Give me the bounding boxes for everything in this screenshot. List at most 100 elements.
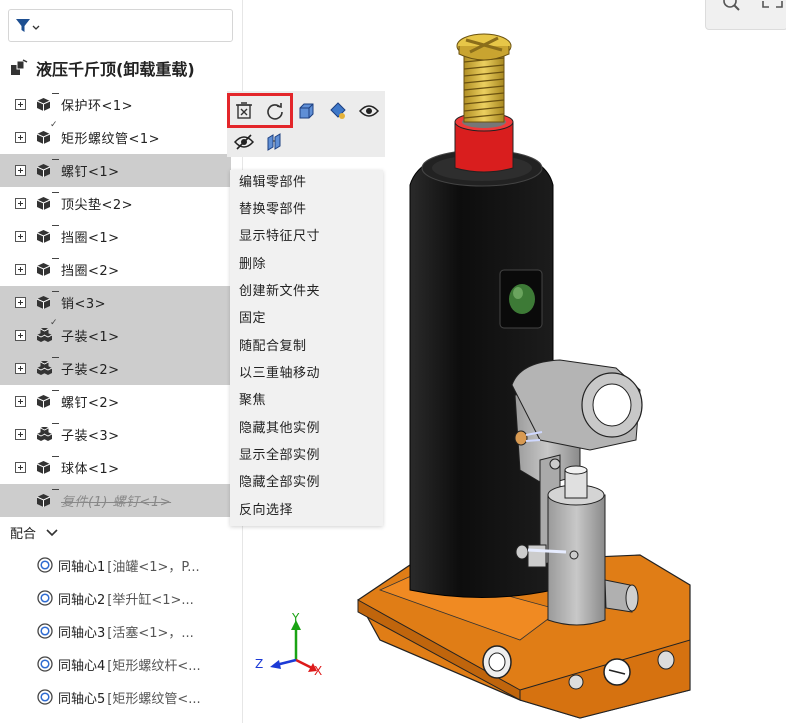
tree-item-label: 保护环<1>	[61, 99, 134, 114]
part-icon	[36, 295, 51, 310]
expand-icon[interactable]	[15, 363, 26, 374]
assembly-title-text: 液压千斤顶(卸载重载)	[36, 60, 195, 79]
context-menu-item[interactable]: 随配合复制	[239, 336, 307, 358]
status-dash-icon	[52, 456, 59, 457]
concentric-mate-icon	[37, 656, 53, 672]
part-icon	[36, 130, 51, 145]
tree-item[interactable]: 球体<1>	[0, 451, 231, 484]
expand-icon[interactable]	[15, 462, 26, 473]
highlight-box	[227, 93, 293, 128]
x-axis-label: X	[314, 664, 322, 676]
tree-item-label: 螺钉<2>	[61, 396, 120, 411]
concentric-mate-icon	[37, 689, 53, 705]
tree-item[interactable]: 复件(1) 螺钉<1>	[0, 484, 231, 517]
view-controls[interactable]	[705, 0, 786, 30]
tree-item-label: 挡圈<1>	[61, 231, 120, 246]
part-icon	[36, 460, 51, 475]
status-dash-icon	[52, 390, 59, 391]
mate-item[interactable]: 同轴心2 [举升缸<1>...	[37, 586, 194, 610]
mate-references: [矩形螺纹杆<...	[107, 658, 201, 674]
filter-icon	[16, 19, 40, 32]
expand-icon[interactable]	[15, 198, 26, 209]
status-dash-icon	[52, 489, 59, 490]
tree-item[interactable]: 保护环<1>	[0, 88, 231, 121]
isolate-icon[interactable]	[264, 131, 286, 153]
show-icon[interactable]	[358, 100, 380, 122]
mate-references: [油罐<1>，P...	[107, 559, 200, 575]
tree-item-label: 顶尖垫<2>	[61, 198, 134, 213]
status-dash-icon	[52, 192, 59, 193]
tree-item-label: 子装<3>	[61, 429, 120, 444]
expand-icon[interactable]	[15, 396, 26, 407]
expand-icon[interactable]	[15, 132, 26, 143]
mate-item[interactable]: 同轴心4 [矩形螺纹杆<...	[37, 652, 201, 676]
expand-icon[interactable]	[15, 297, 26, 308]
context-menu-item[interactable]: 以三重轴移动	[239, 363, 320, 385]
mates-label: 配合	[10, 527, 37, 542]
appearance-icon[interactable]	[327, 100, 349, 122]
mate-name: 同轴心2	[58, 592, 106, 608]
context-menu-item[interactable]: 删除	[239, 254, 266, 276]
context-menu-item[interactable]: 聚焦	[239, 390, 266, 412]
context-menu-item[interactable]: 显示全部实例	[239, 445, 320, 467]
tree-item[interactable]: 螺钉<2>	[0, 385, 231, 418]
mate-item[interactable]: 同轴心1 [油罐<1>，P...	[37, 553, 200, 577]
status-dash-icon	[52, 291, 59, 292]
zoom-to-fit-icon[interactable]	[762, 1, 783, 8]
context-menu-item[interactable]: 显示特征尺寸	[239, 226, 320, 248]
part-icon	[36, 394, 51, 409]
zoom-icon[interactable]	[723, 0, 740, 11]
context-menu-item[interactable]: 隐藏全部实例	[239, 472, 320, 494]
tree-item[interactable]: ✓ 子装<1>	[0, 318, 231, 352]
expand-icon[interactable]	[15, 330, 26, 341]
part-icon	[36, 229, 51, 244]
mate-name: 同轴心5	[58, 691, 106, 707]
tree-item-label: 矩形螺纹管<1>	[61, 132, 161, 147]
context-menu-item[interactable]: 创建新文件夹	[239, 281, 320, 303]
expand-icon[interactable]	[15, 429, 26, 440]
status-dash-icon	[52, 225, 59, 226]
part-icon	[36, 163, 51, 178]
tree-item[interactable]: 销<3>	[0, 286, 231, 319]
tree-item[interactable]: 螺钉<1>	[0, 154, 231, 187]
y-axis-label: Y	[291, 611, 300, 625]
context-menu-item[interactable]: 替换零部件	[239, 199, 307, 221]
normal-to-view-icon[interactable]	[295, 100, 317, 122]
expand-icon[interactable]	[15, 264, 26, 275]
tree-item-label: 挡圈<2>	[61, 264, 120, 279]
tree-item[interactable]: 顶尖垫<2>	[0, 187, 231, 220]
tree-item[interactable]: 子装<3>	[0, 418, 231, 451]
z-axis-label: Z	[255, 657, 263, 671]
mate-references: [矩形螺纹管<...	[107, 691, 201, 707]
assembly-title[interactable]: 液压千斤顶(卸载重载)	[10, 57, 195, 79]
context-menu: 编辑零部件替换零部件显示特征尺寸 删除创建新文件夹 固定随配合复制以三重轴移动 聚焦隐…	[230, 170, 383, 526]
tree-item-label: 球体<1>	[61, 462, 120, 477]
context-menu-item[interactable]: 固定	[239, 308, 266, 330]
assembly-icon	[11, 59, 28, 75]
expand-icon[interactable]	[15, 99, 26, 110]
status-dash-icon	[52, 357, 59, 358]
coordinate-triad: Y X Z	[255, 611, 322, 676]
concentric-mate-icon	[37, 590, 53, 606]
hide-icon[interactable]	[233, 131, 255, 153]
expand-icon[interactable]	[15, 165, 26, 176]
context-menu-item[interactable]: 编辑零部件	[239, 172, 307, 194]
mate-name: 同轴心4	[58, 658, 106, 674]
mate-item[interactable]: 同轴心3 [活塞<1>，...	[37, 619, 194, 643]
tree-item[interactable]: 挡圈<1>	[0, 220, 231, 253]
tree-item-label: 子装<2>	[61, 363, 120, 378]
context-menu-item[interactable]: 反向选择	[239, 500, 293, 522]
tree-item[interactable]: 子装<2>	[0, 352, 231, 385]
context-menu-item[interactable]: 隐藏其他实例	[239, 418, 320, 440]
mate-references: [举升缸<1>...	[107, 592, 194, 608]
feature-tree-panel: 液压千斤顶(卸载重载) 保护环<1> ✓ 矩形螺纹管<1> 螺钉<1> 顶尖垫<2> 挡圈…	[0, 0, 243, 723]
expand-icon[interactable]	[15, 231, 26, 242]
tree-item-label: 螺钉<1>	[61, 165, 120, 180]
mate-item[interactable]: 同轴心5 [矩形螺纹管<...	[37, 685, 201, 709]
status-dash-icon	[52, 258, 59, 259]
tree-item[interactable]: 挡圈<2>	[0, 253, 231, 286]
tree-filter-dropdown[interactable]	[8, 9, 233, 42]
tree-item-label: 复件(1) 螺钉<1>	[61, 495, 172, 510]
mates-section-header[interactable]: 配合	[10, 523, 58, 542]
tree-item[interactable]: ✓ 矩形螺纹管<1>	[0, 120, 231, 154]
